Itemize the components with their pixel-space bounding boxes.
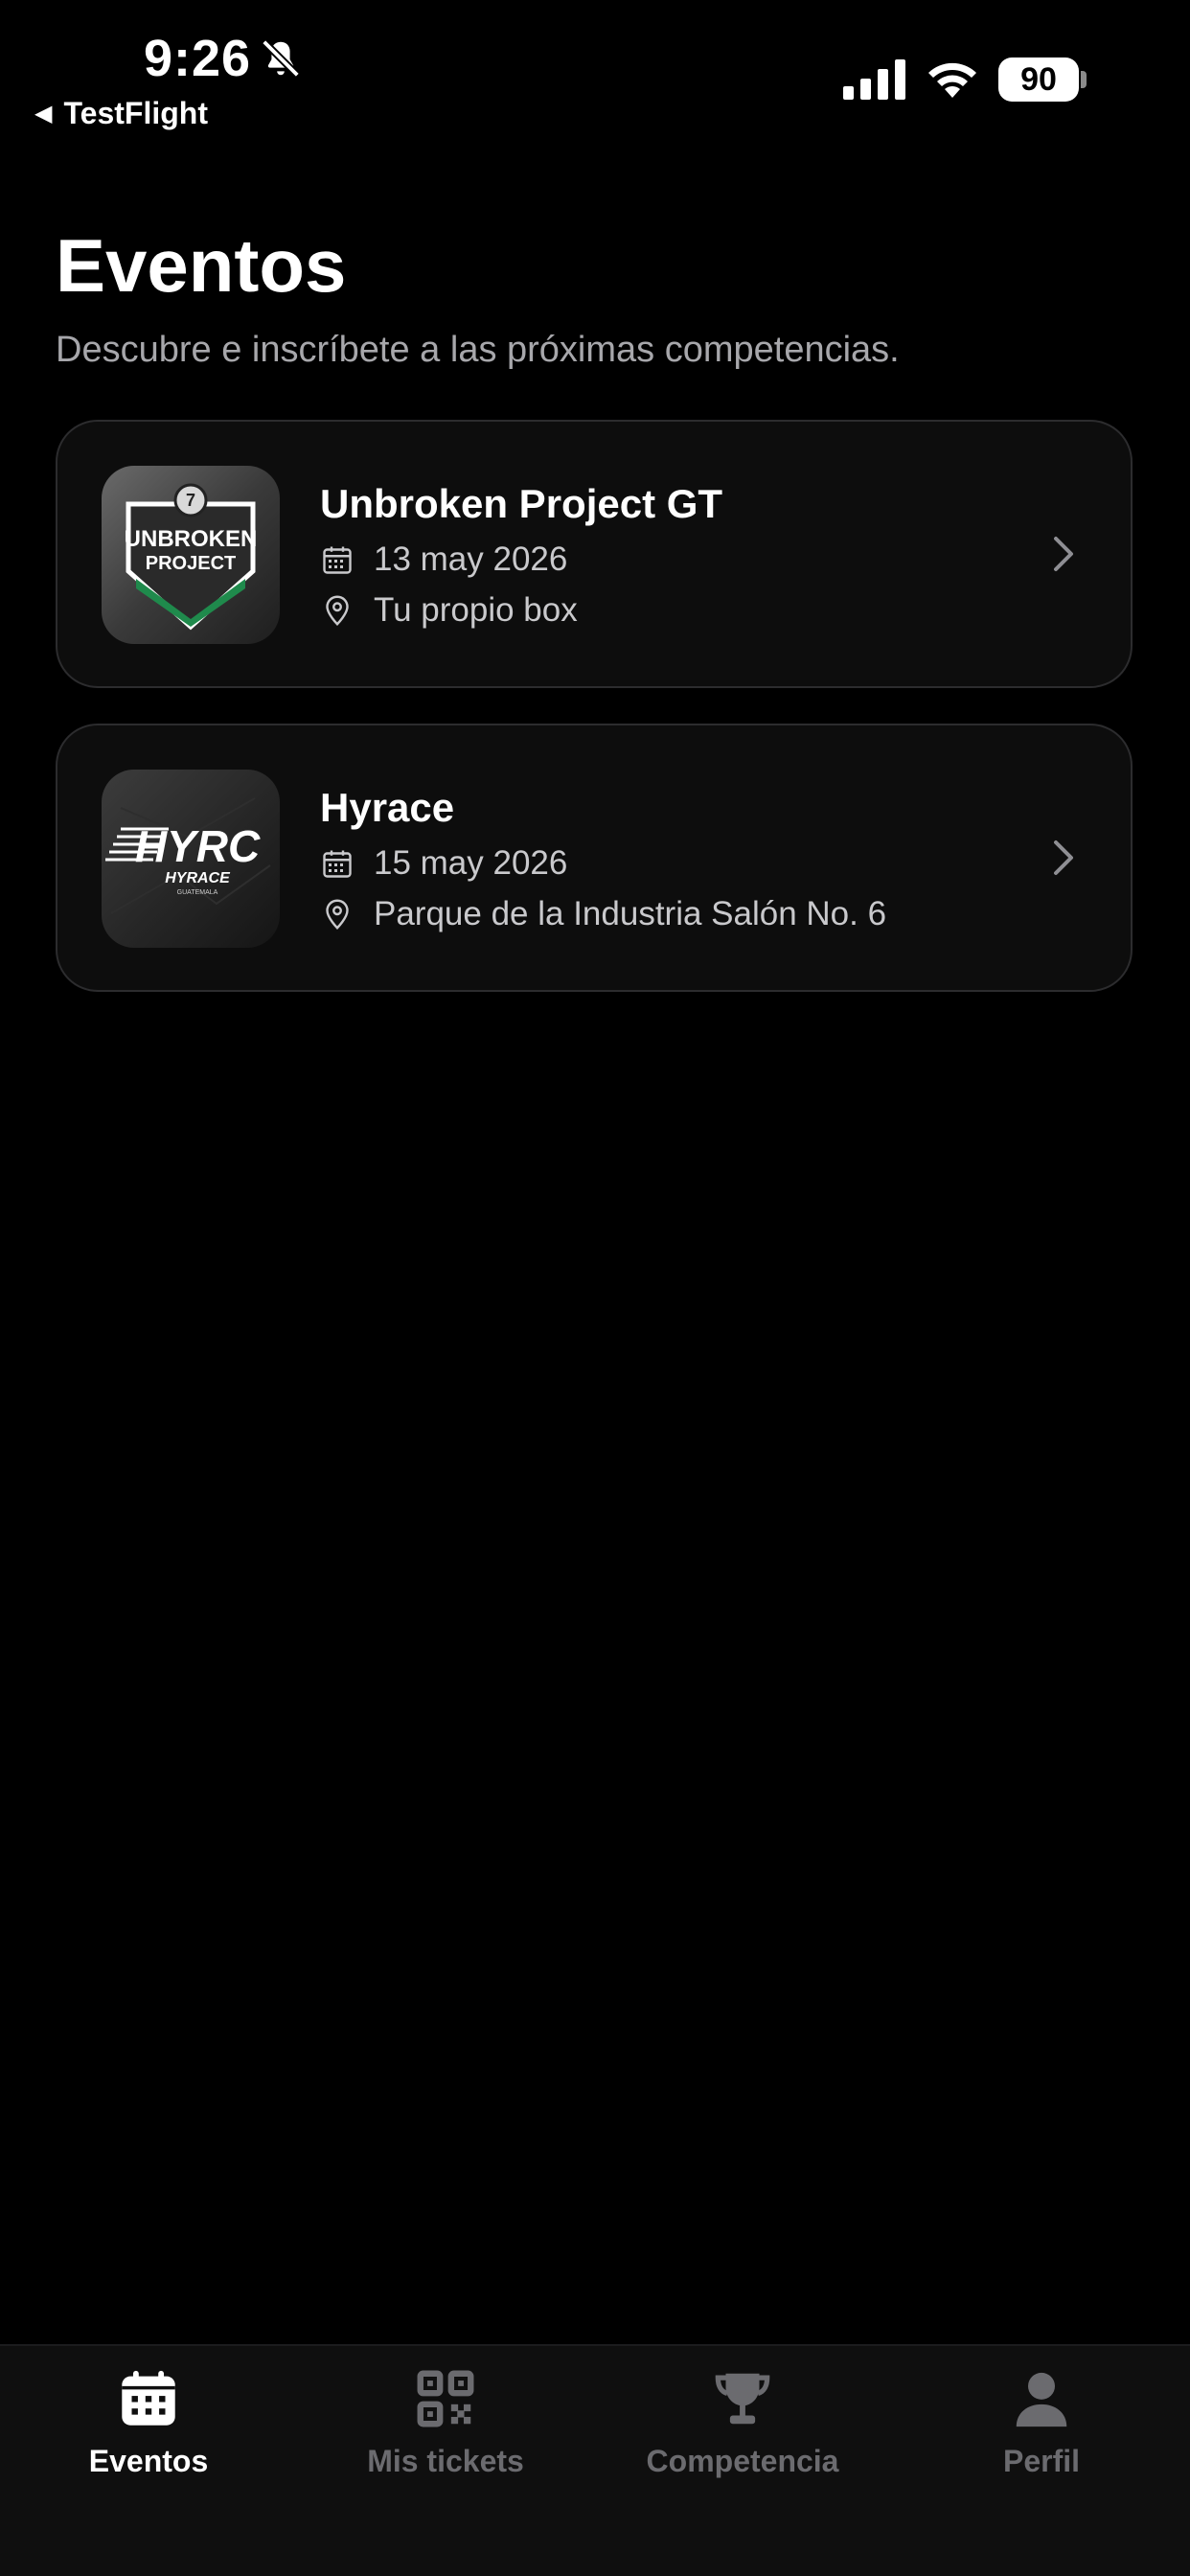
event-name: Unbroken Project GT — [320, 481, 723, 526]
logo-text-line3: GUATEMALA — [177, 889, 218, 896]
wifi-icon — [928, 62, 976, 98]
calendar-icon — [323, 850, 352, 878]
event-date-row: 13 may 2026 — [320, 540, 567, 579]
chevron-right-icon — [1054, 537, 1073, 571]
event-date: 15 may 2026 — [374, 844, 568, 882]
status-bar: 9:26 ◀ TestFlight 90 — [0, 0, 1190, 144]
tab-eventos[interactable]: Eventos — [29, 2365, 268, 2499]
event-date-row: 15 may 2026 — [320, 844, 567, 883]
event-location: Tu propio box — [374, 591, 578, 629]
event-location-row: Tu propio box — [320, 591, 578, 630]
location-pin-icon — [326, 899, 349, 930]
calendar-icon — [323, 546, 352, 574]
event-card[interactable]: 7 UNBROKEN PROJECT Unbroken Project GT 1… — [56, 420, 1133, 688]
location-pin-icon — [326, 595, 349, 626]
back-triangle-icon: ◀ — [34, 101, 53, 126]
qr-code-icon — [417, 2370, 474, 2427]
battery-indicator: 90 — [998, 58, 1079, 102]
bell-slash-icon — [262, 39, 300, 78]
tab-bar: Eventos Mis tickets Competencia Perfil — [0, 2344, 1190, 2576]
logo-text-line2: HYRACE — [165, 870, 231, 886]
tab-mis-tickets[interactable]: Mis tickets — [326, 2365, 565, 2499]
status-time: 9:26 — [144, 30, 252, 87]
cellular-signal-icon — [843, 59, 905, 100]
tab-label: Perfil — [1002, 2444, 1081, 2478]
tab-label: Competencia — [646, 2444, 839, 2478]
back-to-testflight[interactable]: ◀ TestFlight — [34, 96, 208, 131]
event-location-row: Parque de la Industria Salón No. 6 — [320, 895, 886, 933]
trophy-icon — [715, 2373, 770, 2425]
event-logo-hyrace: HYRC HYRACE GUATEMALA — [102, 770, 280, 948]
tab-label: Mis tickets — [367, 2444, 524, 2478]
logo-text-line1: UNBROKEN — [125, 526, 258, 552]
event-card[interactable]: HYRC HYRACE GUATEMALA Hyrace 15 may 2026… — [56, 724, 1133, 992]
calendar-icon — [122, 2370, 175, 2426]
event-name: Hyrace — [320, 785, 455, 830]
logo-text-line1: HYRC — [135, 821, 261, 871]
logo-text-line2: PROJECT — [146, 553, 236, 574]
unbroken-logo-image: 7 UNBROKEN PROJECT — [102, 466, 280, 644]
hyrace-logo-image: HYRC HYRACE GUATEMALA — [102, 770, 280, 948]
battery-tip — [1081, 71, 1087, 88]
event-date: 13 may 2026 — [374, 540, 568, 578]
page-title: Eventos — [56, 223, 347, 308]
chevron-right-icon — [1054, 840, 1073, 875]
person-icon — [1016, 2372, 1067, 2427]
battery-level: 90 — [1020, 60, 1057, 98]
page-subtitle: Descubre e inscríbete a las próximas com… — [56, 330, 900, 370]
event-location: Parque de la Industria Salón No. 6 — [374, 895, 887, 932]
tab-label: Eventos — [88, 2444, 209, 2478]
event-logo-unbroken: 7 UNBROKEN PROJECT — [102, 466, 280, 644]
logo-glyph: 7 — [186, 491, 195, 510]
tab-perfil[interactable]: Perfil — [922, 2365, 1161, 2499]
back-app-label: TestFlight — [63, 96, 208, 130]
tab-competencia[interactable]: Competencia — [623, 2365, 862, 2499]
